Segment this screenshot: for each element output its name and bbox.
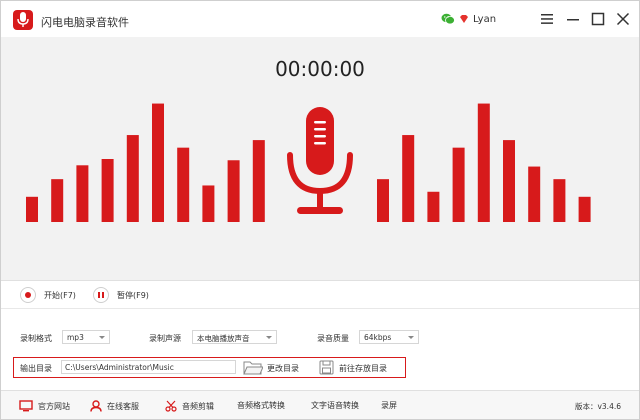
left-level-bar — [177, 147, 190, 222]
version-text: 版本：v3.4.6 — [574, 402, 621, 411]
right-level-bar — [578, 196, 591, 222]
output-directory-input[interactable]: C:\Users\Administrator\Music — [61, 360, 236, 374]
right-level-bar — [477, 103, 490, 222]
text-speech-link[interactable]: 文字语音转换 — [311, 400, 359, 411]
monitor-icon — [19, 400, 33, 412]
screen-record-link[interactable]: 录屏 — [381, 400, 397, 411]
folder-icon[interactable] — [243, 360, 263, 375]
left-level-bar — [26, 196, 38, 222]
source-label: 录制声源 — [149, 334, 181, 343]
left-level-bar — [76, 165, 89, 222]
recording-visualizer: 00:00:00 — [1, 37, 639, 280]
user-name[interactable]: Lyan — [473, 14, 496, 25]
support-icon — [90, 400, 102, 412]
right-level-bar — [402, 135, 415, 222]
start-button[interactable]: 开始(F7) — [20, 287, 76, 303]
official-website-link[interactable]: 官方网站 — [19, 400, 70, 412]
source-select[interactable]: 本电脑播放声音 — [192, 330, 277, 344]
chevron-down-icon — [99, 336, 105, 339]
pause-button[interactable]: 暂停(F9) — [93, 287, 149, 303]
audio-edit-link[interactable]: 音频剪辑 — [165, 400, 214, 412]
left-level-bar — [252, 140, 265, 222]
left-level-bar — [227, 160, 240, 222]
right-level-bar — [452, 147, 465, 222]
save-icon[interactable] — [319, 360, 334, 375]
pause-icon — [93, 287, 109, 303]
format-select[interactable]: mp3 — [62, 330, 110, 344]
settings-panel: 录制格式 mp3 录制声源 本电脑播放声音 录音质量 64kbps 输出目录 C… — [1, 308, 639, 390]
right-level-bar — [553, 179, 566, 222]
record-icon — [20, 287, 36, 303]
chevron-down-icon — [266, 336, 272, 339]
output-label: 输出目录 — [20, 364, 52, 373]
source-value: 本电脑播放声音 — [197, 334, 250, 343]
title-bar: 闪电电脑录音软件 Lyan — [1, 1, 639, 37]
quality-value: 64kbps — [364, 333, 392, 342]
pause-label: 暂停(F9) — [117, 290, 149, 300]
left-level-bar — [152, 103, 164, 222]
bottom-bar: 官方网站 在线客服 音频剪辑 音频格式转换 文字语音转换 录屏 版本：v3.4.… — [1, 390, 639, 419]
chevron-down-icon — [408, 336, 414, 339]
recording-controls: 开始(F7) 暂停(F9) — [1, 280, 639, 308]
left-level-bar — [51, 179, 64, 222]
left-level-bar — [126, 135, 139, 222]
menu-icon[interactable] — [539, 11, 555, 27]
left-level-bar — [202, 185, 215, 222]
audio-convert-link[interactable]: 音频格式转换 — [237, 400, 285, 411]
app-title: 闪电电脑录音软件 — [41, 16, 129, 29]
open-directory-button[interactable]: 前往存放目录 — [339, 363, 387, 374]
left-level-bar — [101, 159, 114, 222]
close-icon[interactable] — [615, 11, 631, 27]
app-window: 闪电电脑录音软件 Lyan 00:00:00 开始(F7) 暂停(F9) 录制格… — [0, 0, 640, 420]
vip-diamond-icon — [460, 15, 468, 23]
format-label: 录制格式 — [20, 334, 52, 343]
change-directory-button[interactable]: 更改目录 — [267, 363, 299, 374]
maximize-icon[interactable] — [590, 11, 606, 27]
minimize-icon[interactable] — [565, 11, 581, 27]
audio-convert-label: 音频格式转换 — [237, 401, 285, 410]
online-support-link[interactable]: 在线客服 — [90, 400, 139, 412]
audio-edit-label: 音频剪辑 — [182, 401, 214, 411]
online-support-label: 在线客服 — [107, 401, 139, 411]
scissors-icon — [165, 400, 177, 412]
microphone-icon — [287, 107, 353, 214]
start-label: 开始(F7) — [44, 290, 76, 300]
official-website-label: 官方网站 — [38, 401, 70, 411]
text-speech-label: 文字语音转换 — [311, 401, 359, 410]
right-level-bar — [427, 191, 440, 222]
wechat-icon[interactable] — [441, 13, 455, 25]
right-level-bar — [377, 179, 389, 222]
quality-label: 录音质量 — [317, 334, 349, 343]
quality-select[interactable]: 64kbps — [359, 330, 419, 344]
app-logo-icon — [13, 10, 33, 30]
right-level-bar — [528, 166, 541, 222]
screen-record-label: 录屏 — [381, 401, 397, 410]
format-value: mp3 — [67, 333, 84, 342]
right-level-bar — [503, 140, 515, 222]
